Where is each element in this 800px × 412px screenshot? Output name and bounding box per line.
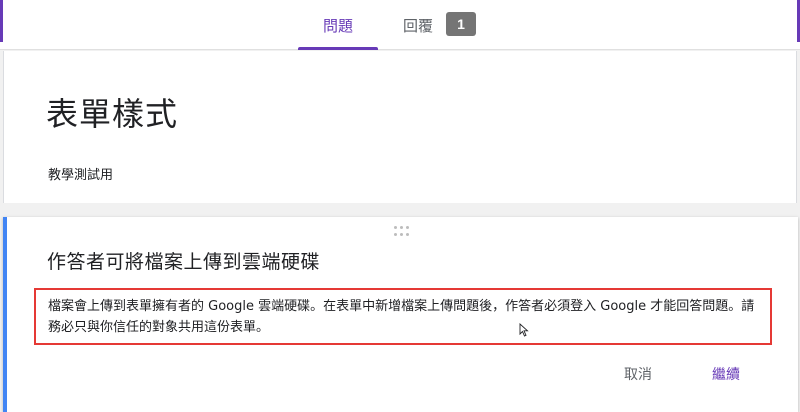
form-header-card: 表單樣式 教學測試用 bbox=[3, 51, 797, 203]
frame-left-border bbox=[0, 0, 3, 42]
drag-handle-icon[interactable] bbox=[393, 226, 409, 236]
form-description[interactable]: 教學測試用 bbox=[48, 164, 113, 183]
active-tab-indicator bbox=[298, 47, 378, 50]
continue-button[interactable]: 繼續 bbox=[703, 359, 749, 389]
tab-questions-label: 問題 bbox=[322, 16, 353, 35]
dialog-title: 作答者可將檔案上傳到雲端硬碟 bbox=[47, 251, 321, 273]
tab-responses[interactable]: 回覆 bbox=[396, 0, 440, 50]
tab-bar: 問題 回覆 1 bbox=[0, 0, 800, 50]
dialog-accent-bar bbox=[3, 217, 7, 412]
form-title[interactable]: 表單樣式 bbox=[46, 89, 178, 135]
cancel-button[interactable]: 取消 bbox=[615, 359, 661, 389]
tab-responses-label: 回覆 bbox=[402, 16, 433, 35]
file-upload-dialog: 作答者可將檔案上傳到雲端硬碟 檔案會上傳到表單擁有者的 Google 雲端硬碟。… bbox=[3, 217, 798, 412]
tab-questions[interactable]: 問題 bbox=[298, 0, 378, 50]
dialog-body-text: 檔案會上傳到表單擁有者的 Google 雲端硬碟。在表單中新增檔案上傳問題後，作… bbox=[34, 288, 772, 345]
responses-count-badge: 1 bbox=[446, 12, 476, 36]
mouse-pointer-icon bbox=[519, 323, 529, 337]
